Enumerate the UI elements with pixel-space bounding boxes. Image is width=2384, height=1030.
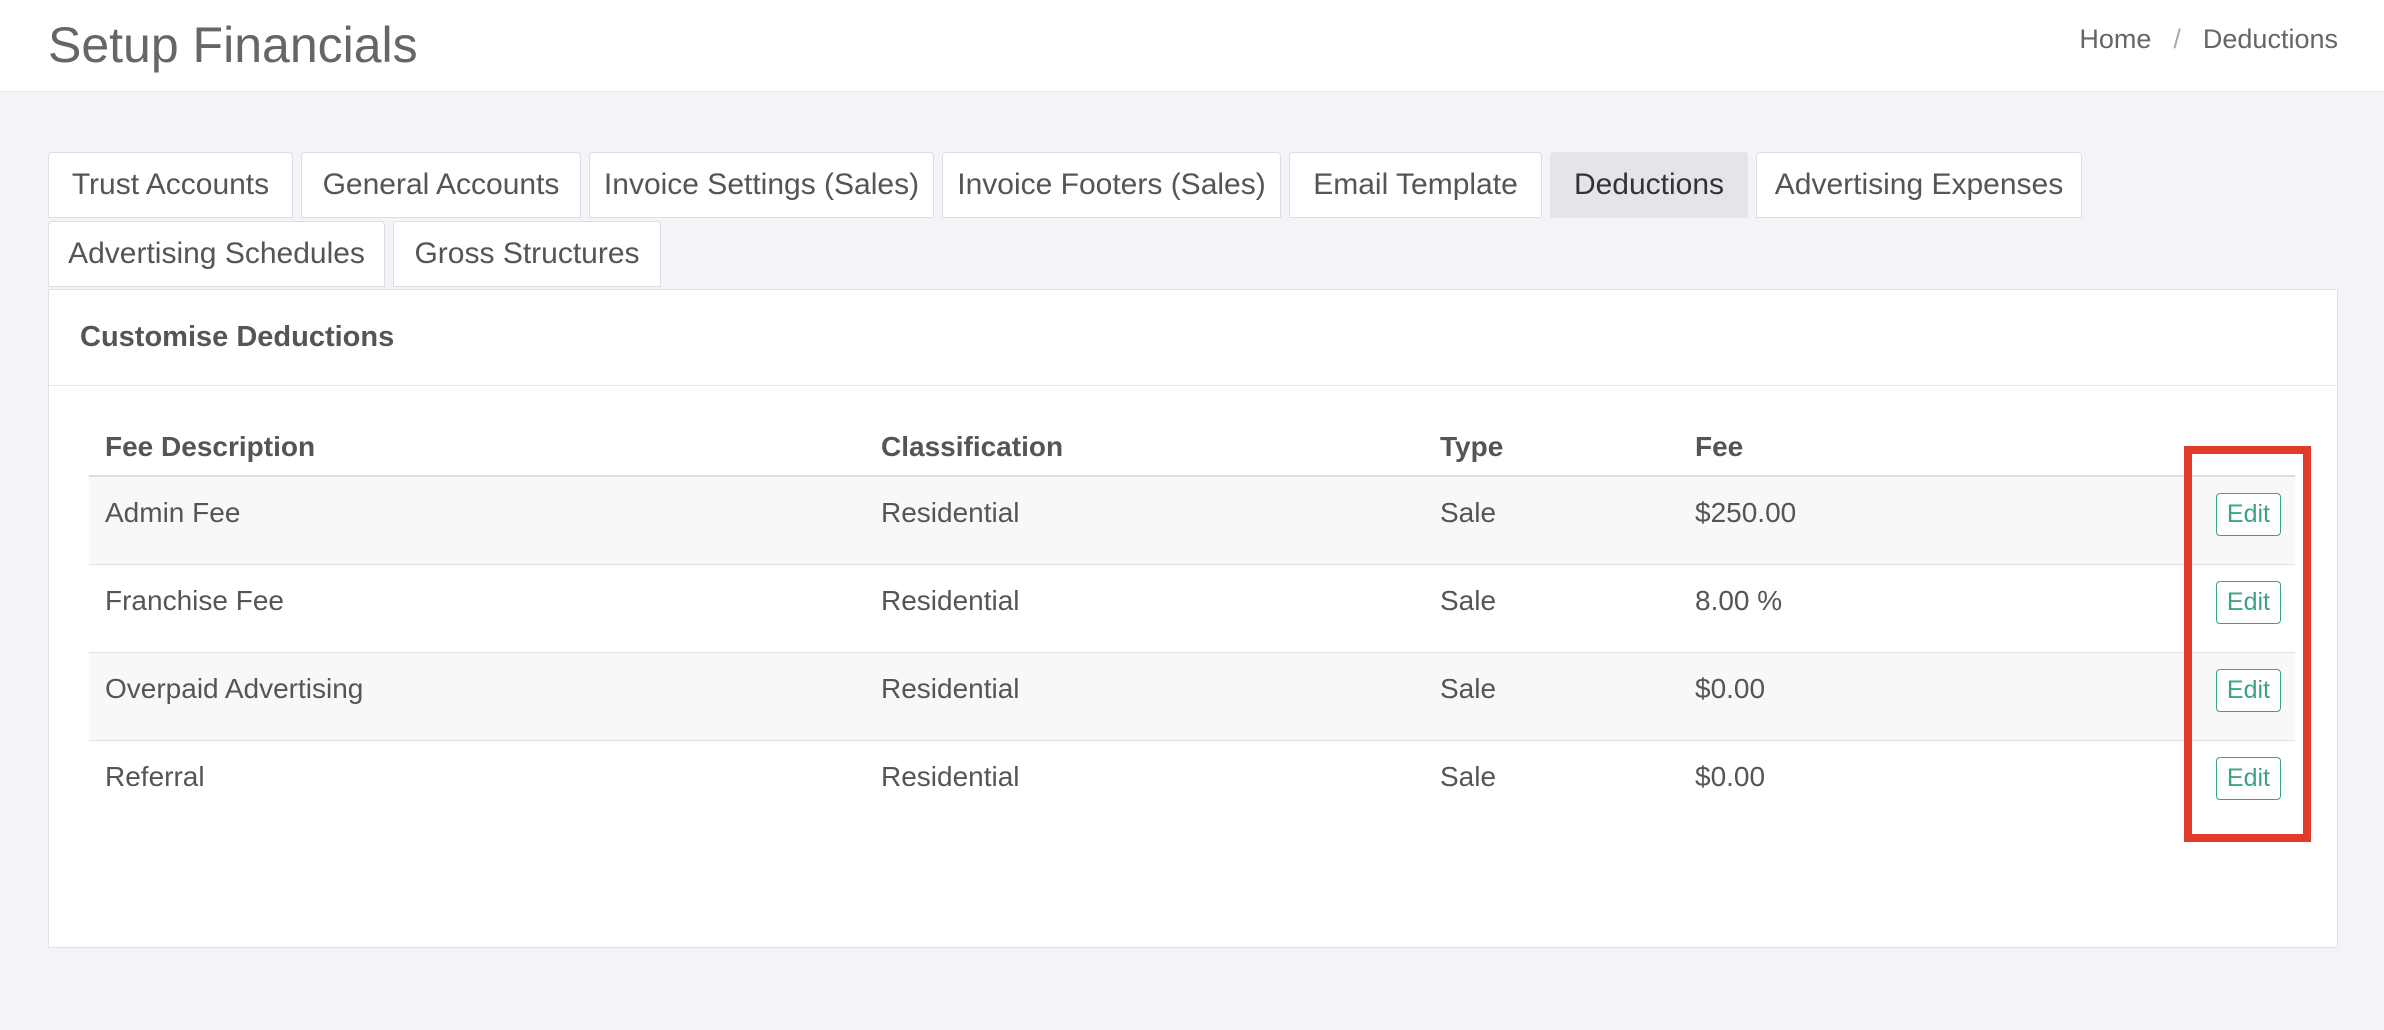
cell-type: Sale	[1424, 564, 1679, 653]
tab-advertising-expenses[interactable]: Advertising Expenses	[1756, 152, 2082, 218]
tab-advertising-schedules[interactable]: Advertising Schedules	[48, 221, 385, 287]
cell-fee-description: Referral	[105, 760, 205, 792]
breadcrumb-home-link[interactable]: Home	[2079, 24, 2151, 55]
panel-title: Customise Deductions	[49, 290, 2337, 386]
top-bar: Setup Financials Home / Deductions	[0, 0, 2384, 92]
column-header-type: Type	[1424, 418, 1679, 477]
tab-general-accounts[interactable]: General Accounts	[301, 152, 581, 218]
table-row: Admin Fee Residential Sale $250.00 Edit	[89, 476, 2295, 565]
cell-fee: 8.00 %	[1679, 564, 2115, 653]
tab-invoice-settings-sales[interactable]: Invoice Settings (Sales)	[589, 152, 934, 218]
table-row: Franchise Fee Residential Sale 8.00 % Ed…	[89, 564, 2295, 653]
breadcrumb-current: Deductions	[2202, 24, 2338, 54]
cell-classification: Residential	[865, 652, 1424, 741]
cell-fee-description: Admin Fee	[89, 476, 865, 565]
tab-email-template[interactable]: Email Template	[1289, 152, 1542, 218]
deductions-panel: Customise Deductions Fee Description Cla…	[48, 289, 2338, 948]
tab-gross-structures[interactable]: Gross Structures	[393, 221, 661, 287]
column-header-classification: Classification	[865, 418, 1424, 477]
cell-fee: $0.00	[1695, 760, 1766, 792]
table-row: Overpaid Advertising Residential Sale $0…	[89, 652, 2295, 741]
breadcrumb-separator: /	[2173, 24, 2181, 54]
cell-classification: Residential	[865, 564, 1424, 653]
cell-fee-description: Franchise Fee	[89, 564, 865, 653]
tab-trust-accounts[interactable]: Trust Accounts	[48, 152, 293, 218]
highlight-box	[2184, 446, 2311, 842]
cell-type: Sale	[1424, 652, 1679, 741]
tab-invoice-footers-sales[interactable]: Invoice Footers (Sales)	[942, 152, 1281, 218]
column-header-fee: Fee	[1679, 418, 2115, 477]
breadcrumb: Home / Deductions	[2079, 24, 2338, 55]
cell-fee: $0.00	[1679, 652, 2115, 741]
tab-deductions[interactable]: Deductions	[1550, 152, 1748, 218]
table-header-row: Fee Description Classification Type Fee	[89, 418, 2295, 477]
cell-type: Sale	[1424, 476, 1679, 565]
cell-classification: Residential	[881, 760, 1020, 792]
cell-fee-description: Overpaid Advertising	[89, 652, 865, 741]
page-title: Setup Financials	[48, 17, 418, 73]
column-header-fee-description: Fee Description	[89, 418, 865, 477]
cell-classification: Residential	[865, 476, 1424, 565]
cell-type: Sale	[1440, 760, 1497, 792]
table-row: Referral Residential Sale $0.00 Edit	[89, 740, 2295, 828]
deductions-table: Fee Description Classification Type Fee …	[89, 418, 2295, 828]
cell-fee: $250.00	[1679, 476, 2115, 565]
